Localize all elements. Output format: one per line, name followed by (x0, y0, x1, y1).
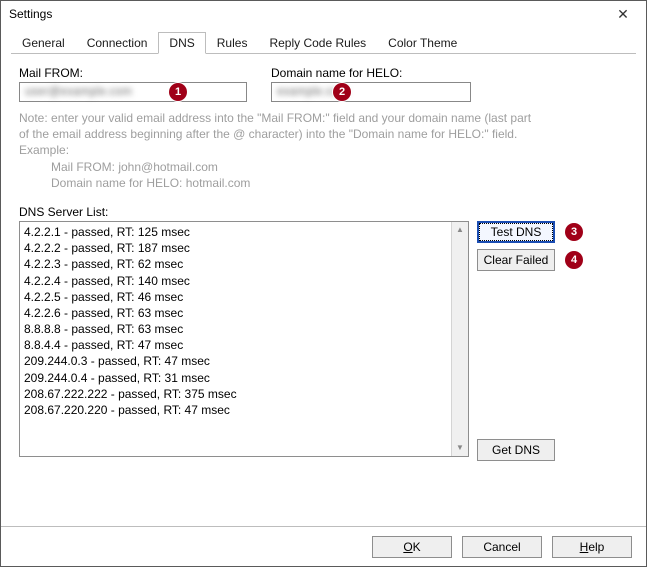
list-item[interactable]: 208.67.222.222 - passed, RT: 375 msec (24, 386, 464, 402)
list-item[interactable]: 209.244.0.3 - passed, RT: 47 msec (24, 353, 464, 369)
note-line-4: Mail FROM: john@hotmail.com (51, 159, 628, 175)
window-title: Settings (9, 7, 608, 21)
list-item[interactable]: 208.67.220.220 - passed, RT: 47 msec (24, 402, 464, 418)
list-item[interactable]: 4.2.2.5 - passed, RT: 46 msec (24, 289, 464, 305)
note-line-2: of the email address beginning after the… (19, 126, 628, 142)
list-item[interactable]: 4.2.2.3 - passed, RT: 62 msec (24, 256, 464, 272)
note-line-1: Note: enter your valid email address int… (19, 110, 628, 126)
clear-failed-button[interactable]: Clear Failed (477, 249, 555, 271)
mail-from-input[interactable] (19, 82, 247, 102)
list-item[interactable]: 4.2.2.6 - passed, RT: 63 msec (24, 305, 464, 321)
dns-server-listbox[interactable]: 4.2.2.1 - passed, RT: 125 msec 4.2.2.2 -… (19, 221, 469, 457)
scroll-down-icon[interactable]: ▼ (452, 440, 468, 456)
mail-from-label: Mail FROM: (19, 66, 247, 80)
get-dns-button[interactable]: Get DNS (477, 439, 555, 461)
help-button[interactable]: Help (552, 536, 632, 558)
list-item[interactable]: 8.8.4.4 - passed, RT: 47 msec (24, 337, 464, 353)
helo-label: Domain name for HELO: (271, 66, 471, 80)
note-text: Note: enter your valid email address int… (19, 110, 628, 191)
note-line-5: Domain name for HELO: hotmail.com (51, 175, 628, 191)
test-dns-button[interactable]: Test DNS (477, 221, 555, 243)
annotation-badge-3: 3 (565, 223, 583, 241)
ok-button[interactable]: OK (372, 536, 452, 558)
list-item[interactable]: 4.2.2.2 - passed, RT: 187 msec (24, 240, 464, 256)
tab-rules[interactable]: Rules (206, 32, 259, 53)
list-item[interactable]: 8.8.8.8 - passed, RT: 63 msec (24, 321, 464, 337)
close-icon[interactable]: ✕ (608, 6, 638, 23)
tab-reply-code-rules[interactable]: Reply Code Rules (258, 32, 377, 53)
note-line-3: Example: (19, 142, 628, 158)
dns-list-label: DNS Server List: (19, 205, 628, 219)
dns-server-list-content: 4.2.2.1 - passed, RT: 125 msec 4.2.2.2 -… (20, 222, 468, 457)
annotation-badge-1: 1 (169, 83, 187, 101)
titlebar: Settings ✕ (1, 1, 646, 27)
tab-general[interactable]: General (11, 32, 76, 53)
tab-dns[interactable]: DNS (158, 32, 205, 54)
tabstrip: General Connection DNS Rules Reply Code … (11, 31, 636, 54)
dialog-footer: OK Cancel Help (1, 526, 646, 566)
annotation-badge-4: 4 (565, 251, 583, 269)
tab-connection[interactable]: Connection (76, 32, 159, 53)
listbox-scrollbar[interactable]: ▲ ▼ (451, 222, 468, 456)
cancel-button[interactable]: Cancel (462, 536, 542, 558)
scroll-up-icon[interactable]: ▲ (452, 222, 468, 238)
helo-input[interactable] (271, 82, 471, 102)
annotation-badge-2: 2 (333, 83, 351, 101)
tab-color-theme[interactable]: Color Theme (377, 32, 468, 53)
settings-dialog: Settings ✕ General Connection DNS Rules … (0, 0, 647, 567)
list-item[interactable]: 4.2.2.1 - passed, RT: 125 msec (24, 224, 464, 240)
tab-content-dns: Mail FROM: user@example.com 1 Domain nam… (1, 54, 646, 526)
list-item[interactable]: 4.2.2.4 - passed, RT: 140 msec (24, 273, 464, 289)
list-item[interactable]: 209.244.0.4 - passed, RT: 31 msec (24, 370, 464, 386)
